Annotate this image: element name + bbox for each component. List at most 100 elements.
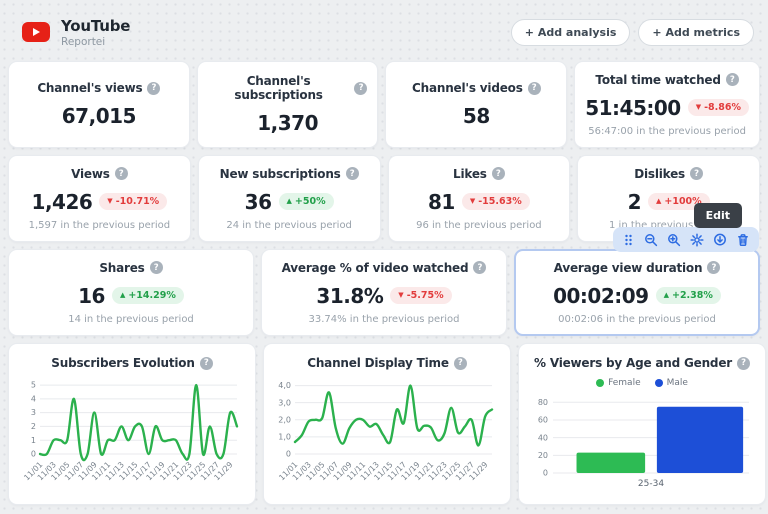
zoom-in-icon[interactable] (667, 233, 681, 247)
metric-card-new-subscriptions[interactable]: New subscriptions 36 ▲ +50% 24 in the pr… (198, 155, 381, 242)
help-icon[interactable] (346, 167, 359, 180)
trend-arrow-icon: ▲ (120, 292, 125, 299)
brand: YouTube Reportei (22, 17, 130, 48)
svg-text:0: 0 (31, 450, 36, 459)
metric-title: Views (71, 167, 128, 181)
header-actions: + Add analysis + Add metrics (511, 19, 754, 46)
page-title: YouTube (61, 17, 130, 35)
legend-item-female[interactable]: Female (596, 378, 641, 388)
metric-label: Views (71, 167, 110, 181)
add-metrics-button[interactable]: + Add metrics (638, 19, 754, 46)
help-icon[interactable] (115, 167, 128, 180)
metric-card-average-view-duration[interactable]: Average view duration 00:02:09 ▲ +2.38% … (514, 249, 760, 336)
trend-delta: -8.86% (704, 102, 741, 113)
charts-row: Subscribers Evolution 01234511/0111/0311… (8, 343, 760, 505)
metric-card-channels-views[interactable]: Channel's views 67,015 (8, 61, 190, 148)
legend-label: Female (608, 378, 641, 388)
metric-label: Dislikes (634, 167, 685, 181)
help-icon[interactable] (737, 357, 750, 370)
channel-display-time-card[interactable]: Channel Display Time 01,02,03,04,011/011… (263, 343, 511, 505)
download-icon[interactable] (713, 233, 727, 247)
metric-card-shares[interactable]: Shares 16 ▲ +14.29% 14 in the previous p… (8, 249, 254, 336)
previous-period: 96 in the previous period (416, 220, 542, 231)
help-icon[interactable] (528, 82, 541, 95)
viewers-age-gender-card[interactable]: % Viewers by Age and Gender Female Male … (518, 343, 766, 505)
chart-legend: Female Male (596, 376, 688, 390)
metric-title: Shares (99, 261, 162, 275)
trash-icon[interactable] (736, 233, 750, 247)
svg-text:5: 5 (31, 381, 36, 390)
trend-arrow-icon: ▼ (696, 104, 701, 111)
metric-card-channels-videos[interactable]: Channel's videos 58 (385, 61, 567, 148)
trend-arrow-icon: ▼ (470, 198, 475, 205)
chart-title: % Viewers by Age and Gender (534, 356, 750, 370)
metric-title: Channel's videos (412, 81, 541, 95)
drag-handle-icon[interactable] (622, 233, 635, 247)
help-icon[interactable] (147, 82, 160, 95)
trend-badge: ▲ +2.38% (656, 287, 721, 304)
female-legend-dot-icon (596, 379, 604, 387)
svg-text:1,0: 1,0 (278, 432, 291, 441)
metric-label: Shares (99, 261, 144, 275)
svg-text:25-34: 25-34 (638, 479, 664, 489)
help-icon[interactable] (354, 82, 367, 95)
chart-title-label: % Viewers by Age and Gender (534, 356, 732, 370)
metric-title: Channel's subscriptions (208, 74, 368, 102)
help-icon[interactable] (726, 73, 739, 86)
metrics-row-1: Channel's views 67,015 Channel's subscri… (8, 61, 760, 148)
chart-title: Subscribers Evolution (51, 356, 212, 370)
trend-badge: ▲ +14.29% (112, 287, 184, 304)
metric-card-average-percent-watched[interactable]: Average % of video watched 31.8% ▼ -5.75… (261, 249, 507, 336)
metric-value: 16 (78, 284, 105, 308)
metric-card-views[interactable]: Views 1,426 ▼ -10.71% 1,597 in the previ… (8, 155, 191, 242)
metric-card-total-time-watched[interactable]: Total time watched 51:45:00 ▼ -8.86% 56:… (574, 61, 760, 148)
trend-delta: +50% (295, 196, 326, 207)
metric-label: Total time watched (595, 73, 720, 87)
metric-card-likes[interactable]: Likes 81 ▼ -15.63% 96 in the previous pe… (388, 155, 571, 242)
add-analysis-button[interactable]: + Add analysis (511, 19, 631, 46)
trend-badge: ▼ -8.86% (688, 99, 749, 116)
metric-value: 1,426 (32, 190, 93, 214)
channel-display-time-line-chart: 01,02,03,04,011/0111/0311/0511/0711/0911… (274, 376, 500, 490)
widget-toolbar (613, 227, 759, 252)
svg-text:0: 0 (286, 450, 291, 459)
chart-title-label: Subscribers Evolution (51, 356, 194, 370)
trend-delta: +14.29% (128, 290, 176, 301)
trend-badge: ▼ -5.75% (390, 287, 451, 304)
chart-title: Channel Display Time (307, 356, 467, 370)
help-icon[interactable] (150, 261, 163, 274)
metric-card-channels-subscriptions[interactable]: Channel's subscriptions 1,370 (197, 61, 379, 148)
help-icon[interactable] (454, 357, 467, 370)
metric-title: Average view duration (554, 261, 721, 275)
metric-title: New subscriptions (220, 167, 359, 181)
metric-title: Total time watched (595, 73, 738, 87)
subscribers-evolution-card[interactable]: Subscribers Evolution 01234511/0111/0311… (8, 343, 256, 505)
help-icon[interactable] (492, 167, 505, 180)
help-icon[interactable] (473, 261, 486, 274)
metric-value: 51:45:00 (585, 96, 681, 120)
header: YouTube Reportei + Add analysis + Add me… (8, 8, 760, 54)
previous-period: 24 in the previous period (226, 220, 352, 231)
metrics-row-3: Shares 16 ▲ +14.29% 14 in the previous p… (8, 249, 760, 336)
trend-delta: -10.71% (116, 196, 160, 207)
previous-period: 00:02:06 in the previous period (558, 314, 716, 325)
help-icon[interactable] (707, 261, 720, 274)
trend-delta: -15.63% (478, 196, 522, 207)
subscribers-evolution-line-chart: 01234511/0111/0311/0511/0711/0911/1111/1… (19, 376, 245, 490)
metric-title: Dislikes (634, 167, 703, 181)
metric-value: 1,370 (257, 111, 318, 135)
svg-text:3,0: 3,0 (278, 398, 291, 407)
settings-gear-icon[interactable] (690, 233, 704, 247)
trend-arrow-icon: ▼ (107, 198, 112, 205)
zoom-out-icon[interactable] (644, 233, 658, 247)
help-icon[interactable] (690, 167, 703, 180)
svg-text:40: 40 (538, 433, 548, 442)
previous-period: 14 in the previous period (68, 314, 194, 325)
dashboard-page: YouTube Reportei + Add analysis + Add me… (0, 0, 768, 514)
svg-text:3: 3 (31, 408, 36, 417)
help-icon[interactable] (200, 357, 213, 370)
legend-item-male[interactable]: Male (655, 378, 688, 388)
previous-period: 56:47:00 in the previous period (588, 126, 746, 137)
metric-title: Likes (453, 167, 505, 181)
metric-value: 31.8% (316, 284, 383, 308)
